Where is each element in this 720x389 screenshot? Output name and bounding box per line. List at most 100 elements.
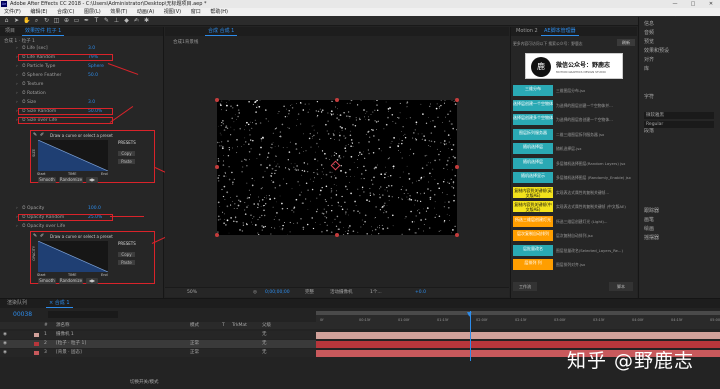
maximize-button[interactable]: □ [684,0,702,8]
panel-item[interactable]: 跟踪器 [644,207,659,214]
refresh-button[interactable]: 刷新 [617,39,635,46]
copy-button[interactable]: Copy [118,151,135,156]
transform-handle[interactable] [455,165,459,169]
footer-script-button[interactable]: 脚本 [609,282,633,291]
layer-parent[interactable]: 无 [262,340,267,348]
menu-edit[interactable]: 编辑(E) [26,8,51,16]
panel-item[interactable]: 效果和预设 [644,47,669,54]
layer-name[interactable]: [背景 · 固态] [56,349,82,357]
smooth-button[interactable]: Smooth [38,177,56,183]
script-button[interactable]: 层次复制自动排列 [513,230,553,241]
menu-file[interactable]: 文件(F) [0,8,25,16]
panel-item[interactable]: 字符 [644,93,654,100]
transform-handle[interactable] [335,98,339,102]
label-color-swatch[interactable] [34,333,39,337]
layer-parent[interactable]: 无 [262,349,267,357]
zoom-dropdown[interactable]: 50% [187,288,197,298]
menu-window[interactable]: 窗口 [187,8,205,16]
size-curve-graph[interactable] [38,140,108,171]
snapshot-icon[interactable]: ◎ [253,288,257,298]
expand-toggle-icon[interactable]: › [16,81,18,88]
menu-view[interactable]: 视图(V) [160,8,185,16]
stamp-tool-icon[interactable]: ⊥ [113,17,120,24]
playhead[interactable] [470,311,471,361]
camera-dropdown[interactable]: 活动摄像机 [330,288,353,298]
tab-project[interactable]: 项目 [2,27,18,36]
expand-toggle-icon[interactable]: › [16,99,18,106]
rectangle-tool-icon[interactable]: ▭ [73,17,80,24]
exposure-value[interactable]: +0.0 [415,288,426,298]
flip-button[interactable]: ◀▶ [86,177,98,183]
expand-toggle-icon[interactable]: › [16,90,18,97]
menu-layer[interactable]: 图层(L) [80,8,105,16]
timeline-search[interactable] [48,311,118,318]
param-value[interactable]: 50.0 [88,72,98,79]
transform-handle[interactable] [215,98,219,102]
zoom-tool-icon[interactable]: ⌕ [33,17,40,24]
menu-help[interactable]: 帮助(H) [206,8,232,16]
eyedropper-icon[interactable]: ✎ [33,233,37,239]
transform-handle[interactable] [455,98,459,102]
pencil-icon[interactable]: ✐ [40,132,44,138]
transform-handle[interactable] [215,233,219,237]
script-button[interactable]: 复制内容到关键帧(英文版AE) [513,186,553,198]
expand-toggle-icon[interactable]: › [16,223,18,230]
tab-ae-script-manager[interactable]: AE脚本管理器 [541,27,579,36]
hand-tool-icon[interactable]: ✋ [23,17,30,24]
script-button[interactable]: 随机选择层 [513,157,553,169]
layer-parent[interactable]: 无 [262,331,267,339]
script-button[interactable]: 复制内容到关键帧(中文版AE) [513,201,553,212]
param-value[interactable]: 3.0 [88,99,95,106]
font-style-dropdown[interactable]: Regular [644,121,714,128]
timecode-display[interactable]: 0;00;00;00 [265,288,290,298]
quality-dropdown[interactable]: 完整 [305,288,314,298]
panel-item[interactable]: 预览 [644,38,654,45]
script-button[interactable]: 层排列 列 [513,259,553,270]
pen-tool-icon[interactable]: ✒ [83,17,90,24]
paste-button[interactable]: Paste [118,159,135,164]
randomize-button[interactable]: Randomize [59,278,83,284]
smooth-button[interactable]: Smooth [38,278,56,284]
layer-name[interactable]: 摄像机 1 [56,331,74,339]
expand-toggle-icon[interactable]: › [16,72,18,79]
selection-tool-icon[interactable]: ➤ [13,17,20,24]
script-button[interactable]: 随机选择层 [513,143,553,154]
tab-composition[interactable]: 合成 合成 1 [205,27,238,36]
script-button[interactable]: 随机选择显示 [513,172,553,183]
script-button[interactable]: 层批量改名 [513,244,553,256]
script-button[interactable]: 所选三维层创建灯光 [513,215,553,227]
close-button[interactable]: ✕ [702,0,720,8]
label-color-swatch[interactable] [34,342,39,346]
tab-comp-timeline[interactable]: × 合成 1 [46,299,73,308]
eyedropper-icon[interactable]: ✎ [33,132,37,138]
randomize-button[interactable]: Randomize [59,177,83,183]
expand-toggle-icon[interactable]: › [16,205,18,212]
type-tool-icon[interactable]: T [93,17,100,24]
timeline-layer-row[interactable]: ◉ 2 [粒子 · 粒子 1] 正常 无 [0,340,316,348]
param-value[interactable]: 100.0 [88,205,101,212]
puppet-tool-icon[interactable]: ✱ [143,17,150,24]
transform-handle[interactable] [215,165,219,169]
presets-dropdown[interactable]: PRESETS [118,140,136,145]
opacity-curve-graph[interactable] [38,241,108,272]
visibility-icon[interactable]: ◉ [3,340,7,348]
panel-item[interactable]: 段落 [644,127,654,134]
layer-duration-bar[interactable] [316,331,720,339]
footer-workflow-button[interactable]: 工作流 [513,282,537,291]
panel-item[interactable]: 库 [644,65,649,72]
layer-mode[interactable]: 正常 [190,349,199,357]
camera-tool-icon[interactable]: ◫ [53,17,60,24]
panel-item[interactable]: 音频 [644,29,654,36]
visibility-icon[interactable]: ◉ [3,331,7,339]
label-color-swatch[interactable] [34,351,39,355]
rotate-tool-icon[interactable]: ↻ [43,17,50,24]
brush-tool-icon[interactable]: ✎ [103,17,110,24]
paste-button[interactable]: Paste [118,260,135,265]
timeline-layer-row[interactable]: ◉ 3 [背景 · 固态] 正常 无 [0,349,316,357]
visibility-icon[interactable]: ◉ [3,349,7,357]
menu-effect[interactable]: 效果(T) [106,8,131,16]
panel-item[interactable]: 对齐 [644,56,654,63]
menu-animation[interactable]: 动画(A) [133,8,158,16]
pencil-icon[interactable]: ✐ [40,233,44,239]
tab-effect-controls[interactable]: 效果控件 粒子 1 [22,27,65,36]
